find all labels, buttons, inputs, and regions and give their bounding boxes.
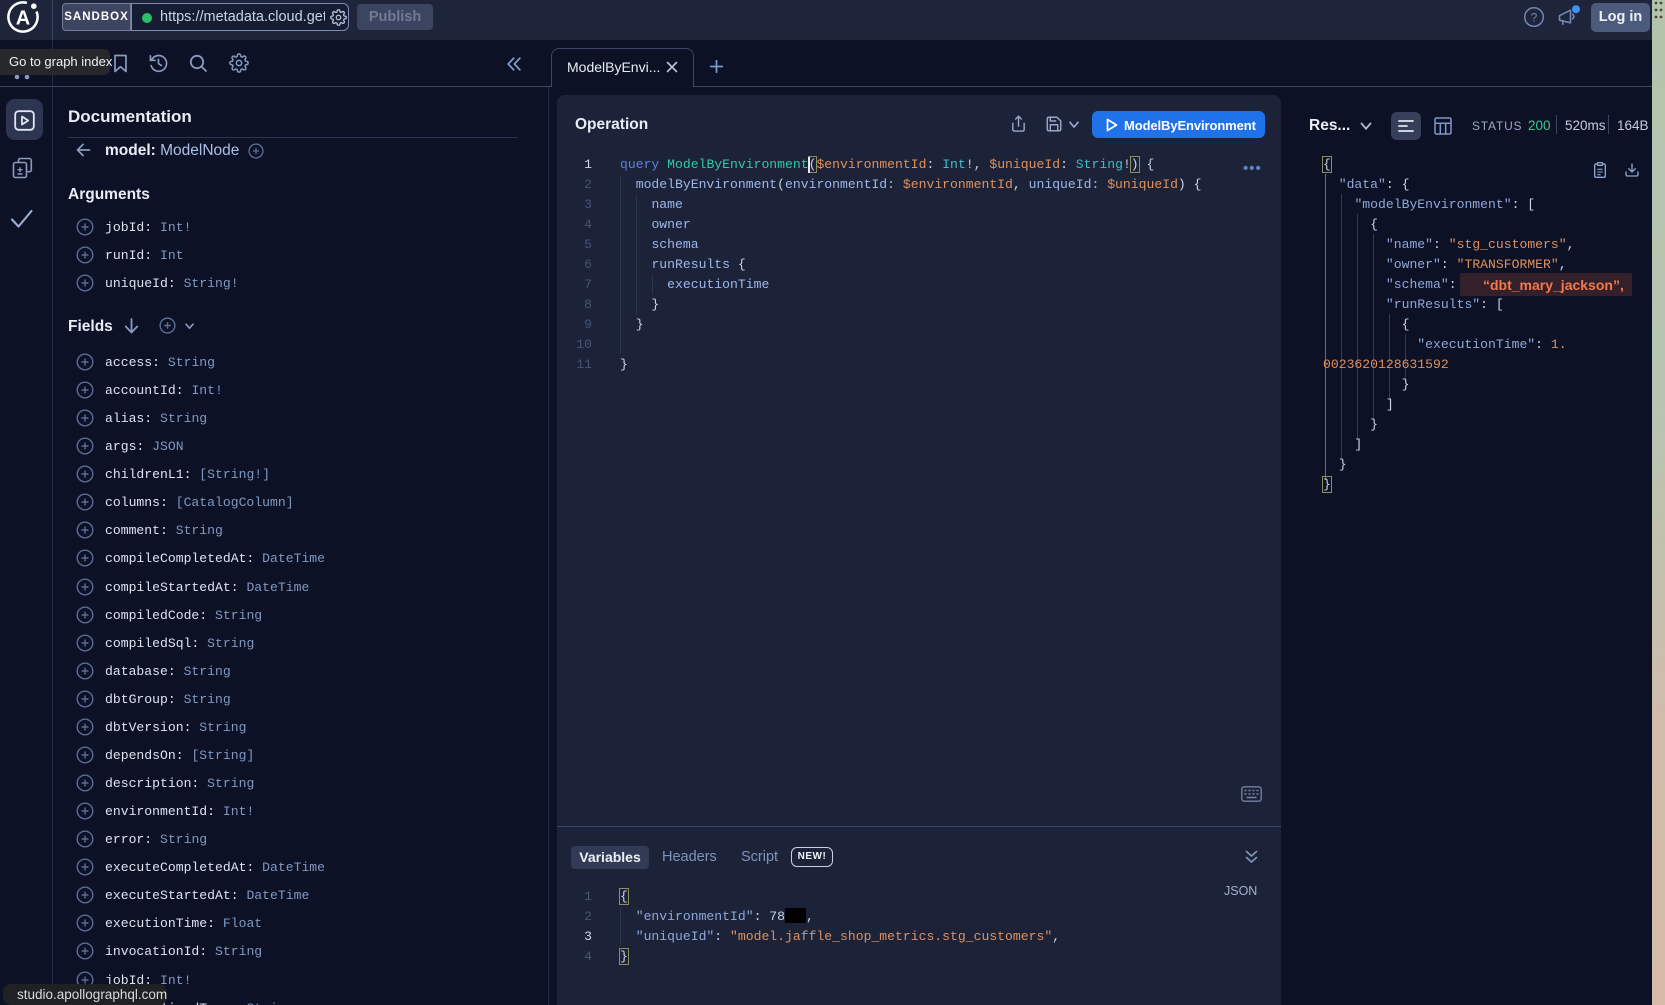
svg-text:?: ? xyxy=(1531,11,1538,25)
svg-text:A: A xyxy=(16,8,30,30)
